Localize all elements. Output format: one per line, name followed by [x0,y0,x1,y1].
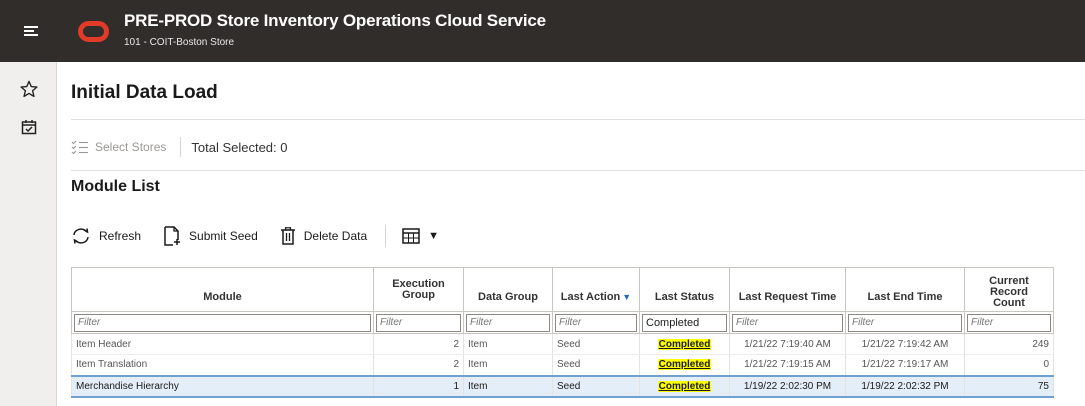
column-chooser-button[interactable]: ▼ [402,228,439,244]
tasks-button[interactable] [0,110,57,144]
col-header-execution-group[interactable]: Execution Group [373,267,464,312]
status-link[interactable]: Completed [657,359,712,371]
cell-last-request-time: 1/21/22 7:19:15 AM [729,354,846,376]
select-stores-label: Select Stores [95,140,167,154]
col-header-last-status[interactable]: Last Status [639,267,730,312]
refresh-button[interactable]: Refresh [71,227,141,245]
submit-seed-label: Submit Seed [189,229,258,243]
toolbar-separator [180,137,182,157]
col-header-last-action[interactable]: Last Action ▼ [552,267,640,312]
cell-record-count: 249 [964,333,1054,355]
cell-module: Item Translation [71,354,374,376]
col-header-last-request-time[interactable]: Last Request Time [729,267,846,312]
submit-seed-button[interactable]: Submit Seed [163,226,258,246]
col-header-last-end-time[interactable]: Last End Time [845,267,965,312]
cell-record-count: 0 [964,354,1054,376]
chevron-down-icon: ▼ [428,230,440,242]
stores-bar: Select Stores Total Selected: 0 [71,134,288,160]
filter-input-last-end-time[interactable] [848,313,962,332]
app-header: PRE-PROD Store Inventory Operations Clou… [0,0,1085,62]
module-toolbar: Refresh Submit Seed Delete Data ▼ [71,222,439,250]
cell-data-group: Item [463,374,553,398]
filter-input-last-status[interactable] [642,313,727,332]
select-stores-button[interactable]: Select Stores [71,140,166,154]
document-add-icon [164,226,181,246]
delete-data-button[interactable]: Delete Data [280,227,367,245]
filter-input-last-request-time[interactable] [732,313,843,332]
cell-last-end-time: 1/21/22 7:19:17 AM [845,354,965,376]
cell-last-action: Seed [552,374,640,398]
col-header-module[interactable]: Module [71,267,374,312]
status-link[interactable]: Completed [657,380,712,392]
module-table: Module Execution Group Data Group Last Ac… [71,267,1085,398]
cell-last-request-time: 1/19/22 2:02:30 PM [729,374,846,398]
cell-data-group: Item [463,354,553,376]
cell-last-request-time: 1/21/22 7:19:40 AM [729,333,846,355]
store-name: 101 - COIT-Boston Store [124,37,235,48]
filter-input-execution-group[interactable] [376,313,461,332]
section-title: Module List [71,178,160,195]
trash-icon [280,227,295,245]
main-content: Initial Data Load Select Stores Total Se… [57,62,1085,406]
cell-last-action: Seed [552,354,640,376]
app-title: PRE-PROD Store Inventory Operations Clou… [124,11,546,30]
filter-input-last-action[interactable] [555,313,637,332]
page-title: Initial Data Load [71,82,218,103]
refresh-icon [73,228,89,244]
cell-module: Merchandise Hierarchy [71,374,374,398]
cell-last-end-time: 1/21/22 7:19:42 AM [845,333,965,355]
calendar-check-icon [21,120,36,135]
favorites-button[interactable] [0,72,57,106]
hamburger-icon [24,26,38,36]
filter-row [71,311,1085,334]
table-row[interactable]: Item Header 2 Item Seed Completed 1/21/2… [71,333,1085,355]
col-header-spacer [1053,267,1085,312]
hamburger-menu-button[interactable] [0,0,62,62]
total-selected-text: Total Selected: 0 [191,139,288,155]
table-row[interactable]: Item Translation 2 Item Seed Completed 1… [71,354,1085,376]
cell-execution-group: 1 [373,374,464,398]
filter-input-current-record-count[interactable] [967,313,1051,332]
checklist-icon [71,140,88,154]
table-row-selected[interactable]: Merchandise Hierarchy 1 Item Seed Comple… [71,374,1085,398]
toolbar-separator [385,225,387,247]
divider [71,170,1085,171]
sort-descending-icon: ▼ [622,292,632,302]
refresh-label: Refresh [99,229,142,243]
filter-input-data-group[interactable] [466,313,550,332]
divider [71,119,1085,120]
star-icon [19,80,38,98]
cell-module: Item Header [71,333,374,355]
col-header-current-record-count[interactable]: Current Record Count [964,267,1054,312]
filter-input-module[interactable] [74,313,371,332]
table-header-row: Module Execution Group Data Group Last Ac… [71,267,1085,312]
left-rail [0,62,57,406]
delete-data-label: Delete Data [303,229,368,243]
table-grid-icon [402,228,420,244]
oracle-logo[interactable] [78,21,109,42]
status-link[interactable]: Completed [657,338,712,350]
cell-last-end-time: 1/19/22 2:02:32 PM [845,374,965,398]
cell-execution-group: 2 [373,354,464,376]
cell-data-group: Item [463,333,553,355]
col-header-data-group[interactable]: Data Group [463,267,553,312]
cell-last-action: Seed [552,333,640,355]
cell-record-count: 75 [964,374,1054,398]
cell-execution-group: 2 [373,333,464,355]
